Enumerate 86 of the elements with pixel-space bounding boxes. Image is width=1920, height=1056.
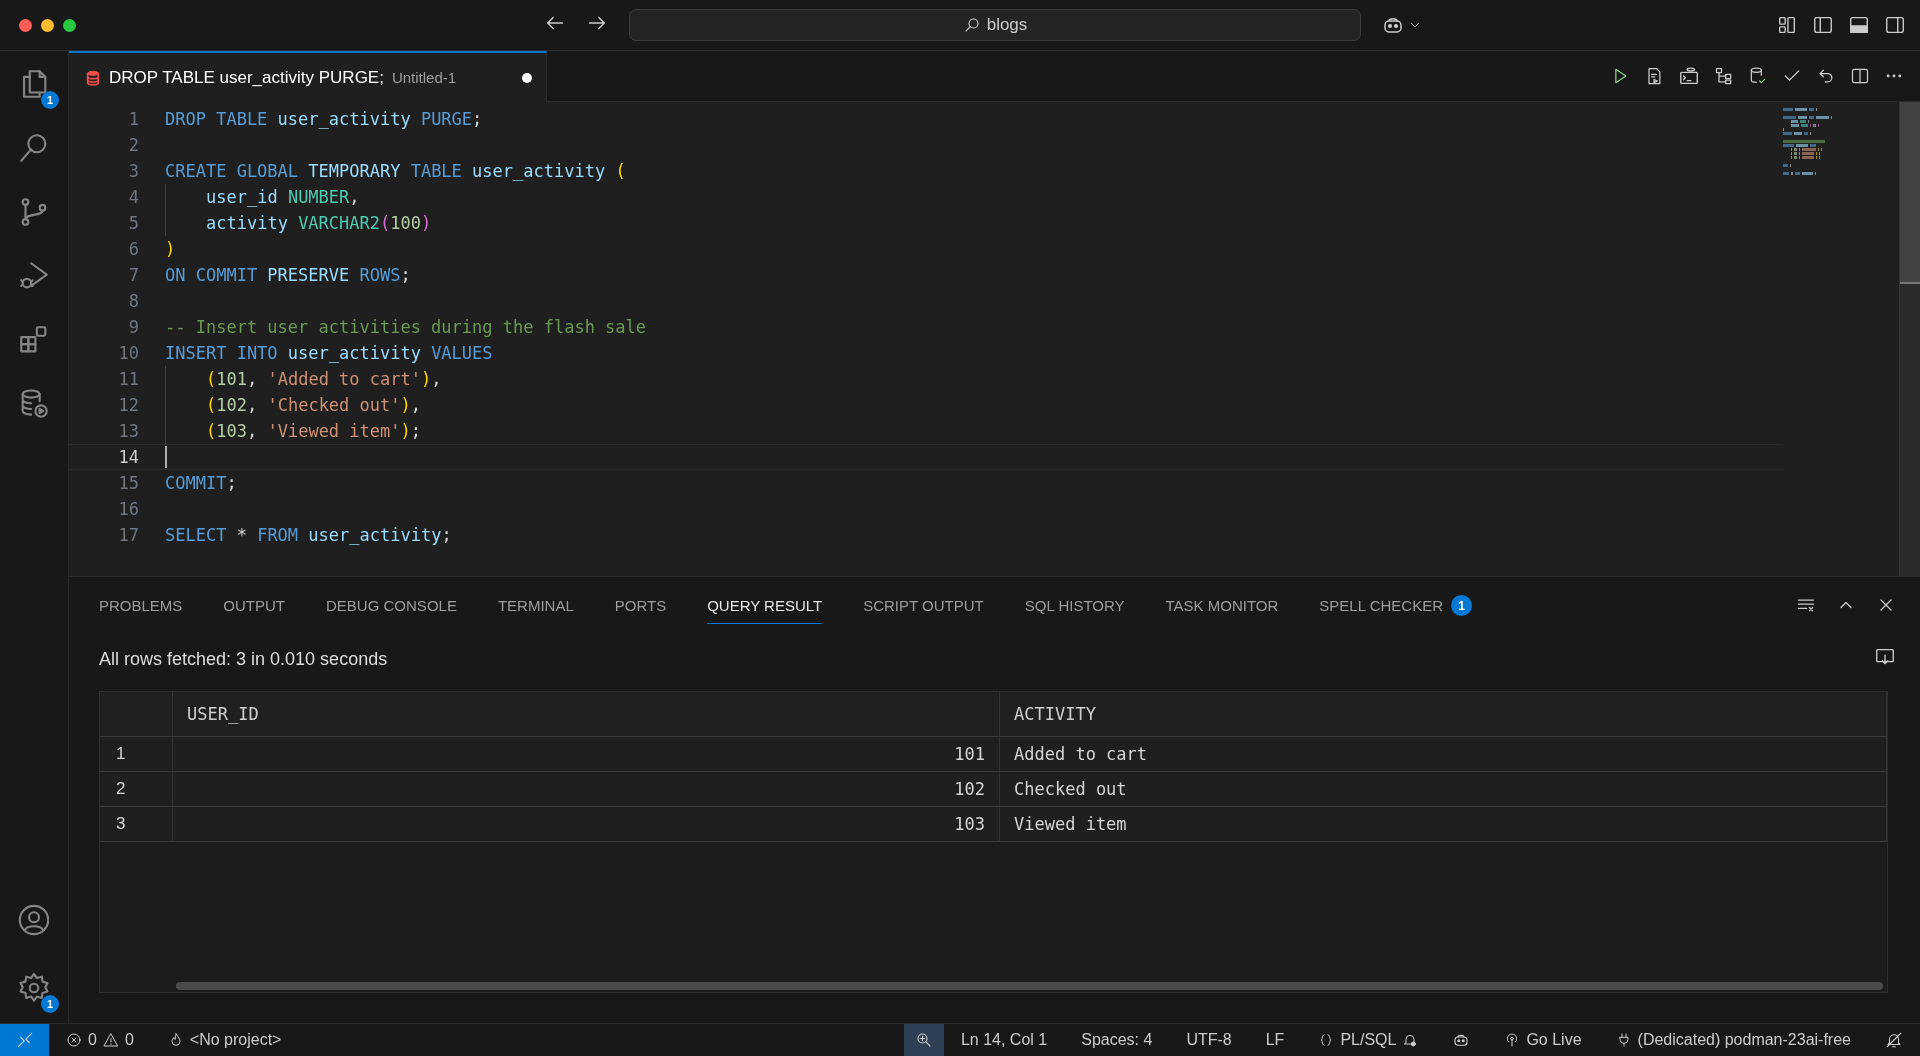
terminal-db-icon[interactable] — [1678, 65, 1700, 87]
connection-status[interactable]: (Dedicated) podman-23ai-free — [1598, 1024, 1868, 1056]
line-number: 2 — [127, 135, 139, 155]
line-number: 5 — [127, 213, 139, 233]
panel-tab[interactable]: OUTPUT — [223, 586, 286, 624]
table-cell: 103 — [954, 814, 985, 834]
table-cell: 101 — [954, 744, 985, 764]
line-number: 3 — [127, 161, 139, 181]
panel-tab[interactable]: SCRIPT OUTPUT — [863, 586, 984, 624]
code-line: (101, 'Added to cart'), — [206, 369, 442, 389]
column-header[interactable]: USER_ID — [187, 704, 259, 724]
warning-icon[interactable] — [102, 1032, 119, 1048]
code-line: ) — [165, 239, 176, 259]
code-line: COMMIT; — [165, 473, 237, 493]
panel-tab[interactable]: PORTS — [614, 586, 667, 624]
line-number: 4 — [127, 187, 139, 207]
database-icon[interactable] — [85, 68, 101, 87]
line-number: 12 — [117, 395, 139, 415]
command-center[interactable]: blogs — [629, 9, 1361, 41]
notification-badge: 1 — [41, 995, 59, 1013]
line-number: 15 — [117, 473, 139, 493]
editor-tab[interactable]: DROP TABLE user_activity PURGE; Untitled-1 — [69, 51, 547, 102]
panel-tab[interactable]: DEBUG CONSOLE — [326, 586, 457, 624]
notification-badge: 1 — [41, 91, 59, 109]
code-line: activity VARCHAR2(100) — [206, 213, 432, 233]
line-number: 7 — [127, 265, 139, 285]
table-cell: 102 — [954, 779, 985, 799]
go-live-button[interactable]: Go Live — [1487, 1024, 1599, 1056]
sidebar-left-icon[interactable] — [1812, 14, 1834, 36]
status-item[interactable]: LF — [1248, 1024, 1302, 1056]
error-icon[interactable] — [66, 1032, 82, 1048]
line-number: 11 — [117, 369, 139, 389]
code-line: ON COMMIT PRESERVE ROWS; — [165, 265, 411, 285]
row-number: 3 — [116, 814, 126, 834]
panel-tab[interactable]: PROBLEMS — [99, 586, 183, 624]
zoom-icon[interactable] — [914, 1031, 933, 1049]
line-number: 8 — [127, 291, 139, 311]
scrollbar[interactable] — [1899, 102, 1920, 576]
maximize-button[interactable] — [63, 18, 76, 32]
close-button[interactable] — [19, 18, 32, 32]
code-line: INSERT INTO user_activity VALUES — [165, 343, 493, 363]
text-cursor — [165, 446, 167, 468]
code-line: SELECT * FROM user_activity; — [165, 525, 452, 545]
status-item[interactable]: Ln 14, Col 1 — [943, 1024, 1065, 1056]
line-number: 16 — [117, 499, 139, 519]
code-line: (103, 'Viewed item'); — [206, 421, 421, 441]
database-check-icon[interactable] — [1748, 66, 1768, 86]
table-cell: Viewed item — [1014, 814, 1127, 834]
code-line: CREATE GLOBAL TEMPORARY TABLE user_activity ( — [165, 161, 626, 181]
bell-slash-icon[interactable] — [1885, 1031, 1903, 1049]
sidebar-right-icon[interactable] — [1884, 14, 1906, 36]
status-item[interactable]: UTF-8 — [1169, 1024, 1249, 1056]
problems-status[interactable]: 0 0 — [49, 1024, 151, 1056]
line-number: 14 — [117, 447, 139, 467]
minimize-button[interactable] — [41, 18, 54, 32]
schema-icon[interactable] — [1714, 66, 1734, 86]
table-cell: Added to cart — [1014, 744, 1148, 764]
code-line: DROP TABLE user_activity PURGE; — [165, 109, 483, 129]
line-number: 1 — [127, 109, 139, 129]
line-number: 13 — [117, 421, 139, 441]
panel-tab[interactable]: SPELL CHECKER 1 — [1319, 584, 1472, 626]
table-cell: Checked out — [1014, 779, 1127, 799]
panel-tab[interactable]: TASK MONITOR — [1165, 586, 1279, 624]
column-header[interactable]: ACTIVITY — [1014, 704, 1096, 724]
split-editor-icon[interactable] — [1850, 66, 1870, 86]
code-line: (102, 'Checked out'), — [206, 395, 421, 415]
line-number: 17 — [117, 525, 139, 545]
row-number: 1 — [116, 744, 126, 764]
line-number: 9 — [127, 317, 139, 337]
language-status[interactable]: PL/SQL — [1301, 1024, 1436, 1056]
code-line: -- Insert user activities during the flash sale — [165, 317, 647, 337]
code-line: user_id NUMBER, — [206, 187, 360, 207]
row-number: 2 — [116, 779, 126, 799]
panel-tab[interactable]: QUERY RESULT — [707, 586, 823, 624]
panel-bottom-icon[interactable] — [1848, 14, 1870, 36]
result-message: All rows fetched: 3 in 0.010 seconds — [99, 648, 388, 670]
account-icon[interactable] — [17, 903, 51, 937]
layout-grid-icon[interactable] — [1776, 14, 1798, 36]
zoom-button[interactable] — [903, 1024, 944, 1056]
count-badge: 1 — [1451, 595, 1472, 616]
project-status[interactable]: <No project> — [150, 1024, 299, 1056]
line-number: 6 — [127, 239, 139, 259]
panel-tab[interactable]: TERMINAL — [497, 586, 574, 624]
status-item[interactable]: Spaces: 4 — [1064, 1024, 1170, 1056]
line-number: 10 — [117, 343, 139, 363]
panel-tab[interactable]: SQL HISTORY — [1024, 586, 1125, 624]
